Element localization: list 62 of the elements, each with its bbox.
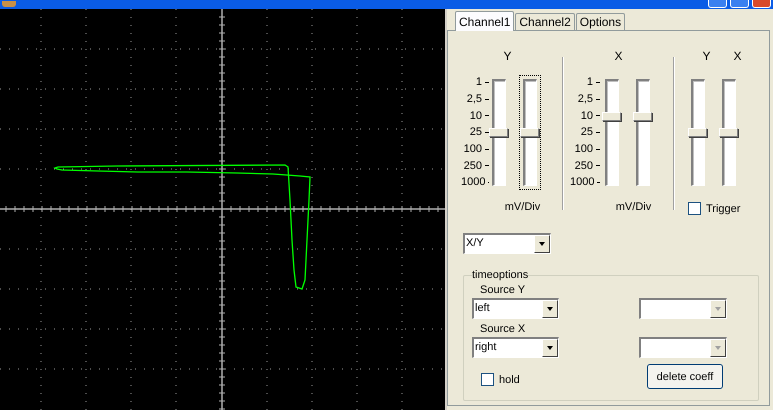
- dropdown-arrow-icon: [715, 346, 721, 350]
- scale-label: 1: [586, 76, 593, 88]
- slider-thumb[interactable]: [633, 112, 652, 121]
- tick-mark: [485, 165, 489, 166]
- minimize-button[interactable]: [708, 0, 727, 8]
- tick-mark: [596, 82, 600, 83]
- axis-label: X: [613, 49, 624, 65]
- dropdown-arrow-icon: [547, 346, 553, 350]
- scale-label: 1000: [570, 176, 594, 188]
- scale-label: 1: [476, 76, 482, 88]
- group-title: timeoptions: [472, 269, 528, 281]
- dropdown-arrow-icon: [539, 242, 545, 246]
- tab[interactable]: Options: [576, 13, 626, 30]
- scale-label: 10: [580, 110, 593, 122]
- scale-label: 25: [580, 126, 593, 138]
- tick-mark: [596, 148, 600, 150]
- scale-label: 2,5: [466, 93, 482, 106]
- scale-label: 250: [464, 160, 482, 172]
- scale-label: 2,5: [578, 93, 593, 106]
- scale-label: 10: [470, 110, 482, 122]
- source-dropdown[interactable]: left: [472, 298, 559, 319]
- unit-label: mV/Div: [614, 201, 652, 213]
- scale-label: 25: [470, 126, 482, 138]
- checkbox-label: hold: [499, 374, 520, 386]
- slider-thumb[interactable]: [602, 112, 621, 121]
- scale-label: 1000: [461, 176, 486, 188]
- slider-thumb[interactable]: [489, 128, 508, 137]
- slider-thumb[interactable]: [719, 128, 738, 137]
- delete-coeff-button[interactable]: delete coeff: [647, 364, 723, 389]
- tick-mark: [597, 182, 600, 183]
- axis-label: X: [733, 49, 742, 65]
- checkbox-label: Trigger: [706, 202, 740, 214]
- scale-label: 250: [574, 160, 593, 172]
- tick-mark: [485, 148, 489, 150]
- tick-mark: [596, 132, 600, 133]
- unit-label: mV/Div: [504, 201, 542, 213]
- scale-label: 100: [574, 143, 593, 156]
- scale-label: 100: [464, 143, 482, 156]
- tick-mark: [485, 115, 489, 116]
- field-label: Source Y: [479, 283, 526, 298]
- tick-mark: [596, 98, 600, 100]
- maximize-button[interactable]: [730, 0, 749, 8]
- tab[interactable]: Channel2: [515, 13, 575, 30]
- hold-checkbox[interactable]: [481, 373, 494, 386]
- field-label: Source X: [479, 322, 526, 337]
- dropdown-arrow-icon: [715, 307, 721, 311]
- tick-mark: [485, 82, 489, 83]
- app-icon: [2, 1, 16, 7]
- tab[interactable]: Channel1: [455, 11, 514, 31]
- mode-dropdown[interactable]: X/Y: [463, 233, 551, 254]
- close-button[interactable]: [752, 0, 771, 8]
- slider-thumb[interactable]: [520, 128, 539, 137]
- dropdown-arrow-icon: [547, 307, 553, 311]
- tick-mark: [596, 165, 600, 166]
- axis-label: Y: [502, 49, 512, 65]
- source-dropdown[interactable]: right: [472, 337, 559, 358]
- tick-mark: [485, 98, 489, 100]
- trigger-checkbox[interactable]: [688, 202, 701, 215]
- vertical-slider[interactable]: [519, 75, 541, 190]
- axis-label: Y: [702, 49, 710, 65]
- tick-mark: [596, 115, 600, 116]
- slider-thumb[interactable]: [688, 128, 707, 137]
